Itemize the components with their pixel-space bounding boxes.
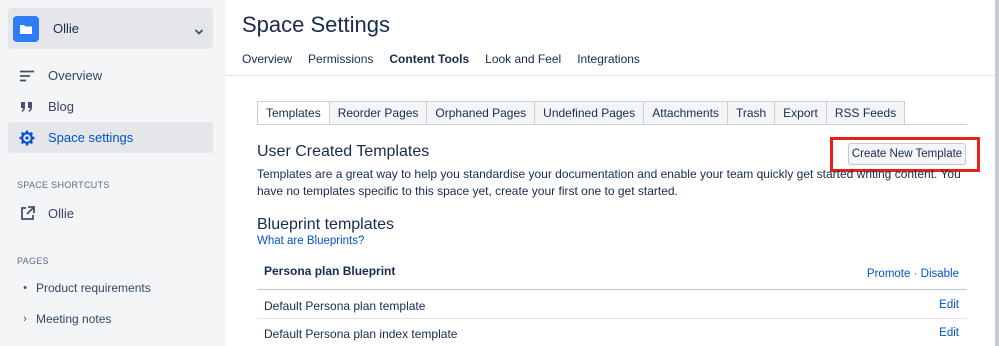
subtab-undefined-pages[interactable]: Undefined Pages: [535, 101, 645, 125]
edit-link[interactable]: Edit: [939, 299, 959, 311]
blueprint-actions: Promote · Disable: [867, 268, 959, 280]
subtab-trash[interactable]: Trash: [727, 101, 776, 125]
page-item-meeting-notes[interactable]: › Meeting notes: [8, 307, 213, 331]
subtab-export[interactable]: Export: [775, 101, 827, 125]
action-separator: ·: [913, 268, 918, 280]
space-switcher[interactable]: Ollie: [8, 8, 213, 49]
quote-icon: [18, 98, 36, 116]
blueprint-group-header: Persona plan Blueprint Promote · Disable: [257, 255, 967, 290]
subtab-orphaned-pages[interactable]: Orphaned Pages: [427, 101, 536, 125]
nav-item-blog[interactable]: Blog: [8, 91, 213, 122]
table-row: Default Persona plan template Edit: [257, 291, 967, 319]
subtab-rss-feeds[interactable]: RSS Feeds: [826, 101, 906, 125]
tab-content-tools[interactable]: Content Tools: [389, 52, 469, 66]
nav-item-overview[interactable]: Overview: [8, 60, 213, 91]
sidebar: Ollie Overview Blog Space settings SPACE…: [0, 0, 226, 346]
gear-icon: [18, 129, 36, 147]
shortcut-item-ollie[interactable]: Ollie: [8, 198, 213, 229]
tabs-divider: [226, 75, 999, 76]
chevron-down-icon[interactable]: [194, 23, 204, 41]
chevron-right-icon[interactable]: ›: [18, 313, 32, 325]
edit-link[interactable]: Edit: [939, 327, 959, 339]
scrollbar-edge[interactable]: [995, 0, 999, 346]
user-templates-heading: User Created Templates: [257, 143, 430, 160]
page-title: Space Settings: [242, 12, 390, 37]
page-item-product-requirements[interactable]: • Product requirements: [8, 276, 213, 300]
what-are-blueprints-link[interactable]: What are Blueprints?: [257, 235, 364, 247]
table-row: Default Persona plan index template Edit: [257, 319, 967, 346]
tab-overview[interactable]: Overview: [242, 52, 292, 66]
space-shortcuts-heading: SPACE SHORTCUTS: [17, 180, 110, 190]
tab-permissions[interactable]: Permissions: [308, 52, 373, 66]
subtab-attachments[interactable]: Attachments: [644, 101, 728, 125]
pages-heading: PAGES: [17, 256, 49, 266]
nav-item-label: Overview: [48, 68, 103, 83]
promote-link[interactable]: Promote: [867, 268, 910, 280]
content-tools-tabs: Templates Reorder Pages Orphaned Pages U…: [257, 101, 906, 125]
disable-link[interactable]: Disable: [921, 268, 959, 280]
tab-look-and-feel[interactable]: Look and Feel: [485, 52, 561, 66]
nav-item-label: Space settings: [48, 130, 134, 145]
folder-icon: [13, 15, 39, 42]
tab-integrations[interactable]: Integrations: [577, 52, 640, 66]
space-name: Ollie: [53, 21, 80, 36]
template-name: Default Persona plan index template: [264, 327, 458, 341]
blueprint-group-title: Persona plan Blueprint: [264, 264, 396, 278]
user-templates-description: Templates are a great way to help you st…: [257, 167, 961, 198]
subtab-templates[interactable]: Templates: [257, 101, 330, 125]
nav-item-label: Blog: [48, 99, 75, 114]
template-name: Default Persona plan template: [264, 299, 426, 313]
main-content: Space Settings Overview Permissions Cont…: [226, 0, 999, 346]
shortcut-label: Ollie: [48, 206, 75, 221]
page-item-label: Product requirements: [36, 281, 151, 295]
bullet-icon: •: [23, 282, 27, 294]
external-link-icon: [18, 205, 36, 223]
subtab-reorder-pages[interactable]: Reorder Pages: [329, 101, 428, 125]
subtabs-divider: [257, 124, 967, 125]
blueprint-templates-heading: Blueprint templates: [257, 216, 394, 233]
page-item-label: Meeting notes: [36, 312, 112, 326]
lines-icon: [18, 67, 36, 85]
settings-tabs: Overview Permissions Content Tools Look …: [242, 52, 656, 66]
nav-item-space-settings[interactable]: Space settings: [8, 122, 213, 153]
